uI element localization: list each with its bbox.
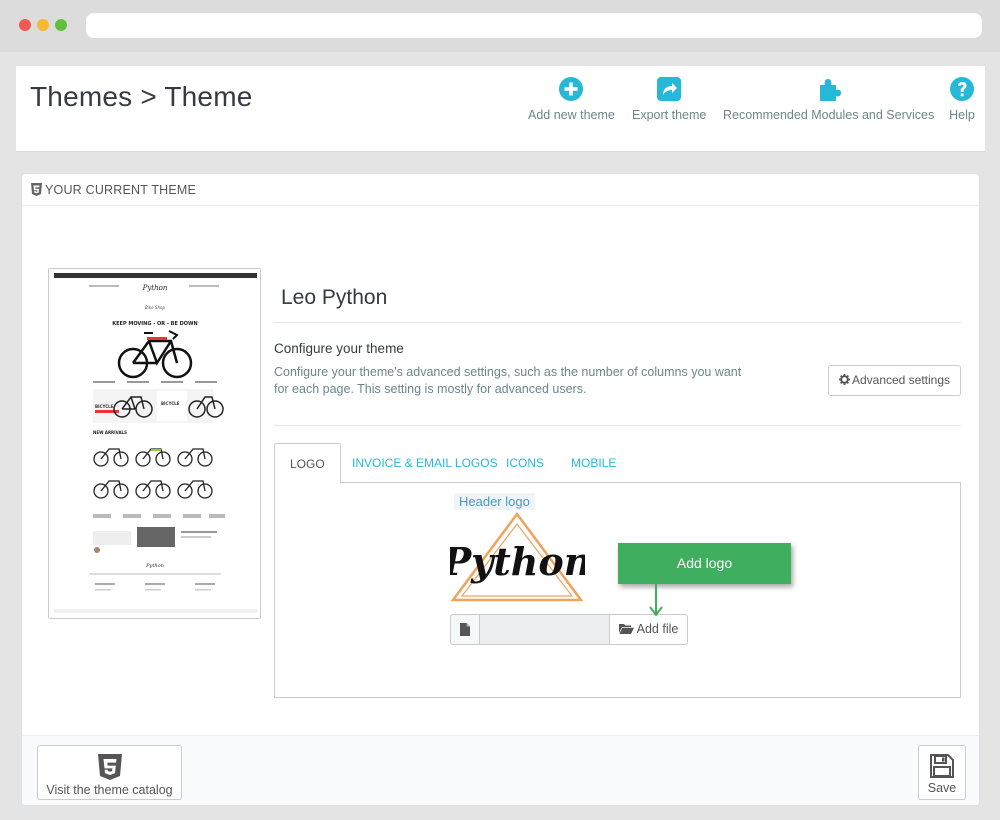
divider: [274, 322, 961, 323]
html5-icon: [97, 754, 122, 780]
toolbar-label: Export theme: [632, 108, 707, 122]
tab-logo[interactable]: Logo: [274, 443, 341, 484]
add-new-theme-button[interactable]: Add new theme: [528, 76, 615, 122]
puzzle-icon: [819, 79, 841, 101]
plus-circle-icon: [559, 77, 584, 101]
save-button-label: Save: [927, 781, 957, 795]
tab-invoice-email-logos[interactable]: Invoice & Email Logos: [352, 443, 498, 483]
html5-icon: [31, 183, 42, 196]
logo-wordmark: Python: [450, 539, 585, 584]
divider: [22, 205, 979, 206]
floppy-disk-icon: [930, 754, 954, 778]
divider: [274, 425, 961, 426]
current-theme-panel: Your current theme Python Bike Shop KEEP…: [21, 173, 980, 806]
toolbar-label: Recommended Modules and Services: [723, 108, 935, 122]
tab-icons[interactable]: Icons: [506, 443, 544, 483]
toolbar-label: Add new theme: [528, 108, 615, 122]
advanced-settings-button[interactable]: Advanced settings: [828, 365, 961, 396]
arrow-down-icon: [649, 583, 663, 617]
file-icon: [460, 623, 470, 636]
address-bar[interactable]: [86, 13, 982, 38]
svg-text:BICYCLE: BICYCLE: [161, 401, 180, 406]
save-button[interactable]: Save: [918, 745, 966, 800]
recommended-modules-button[interactable]: Recommended Modules and Services: [723, 76, 934, 122]
gear-icon: [838, 374, 850, 385]
logo-tabs: Logo Invoice & Email Logos Icons Mobile: [274, 443, 961, 484]
file-icon-box: [450, 614, 480, 645]
svg-text:BICYCLE: BICYCLE: [95, 404, 114, 409]
toolbar-label: Help: [949, 108, 975, 122]
close-window-dot[interactable]: [19, 19, 31, 31]
preview-section-title: NEW ARRIVALS: [93, 430, 127, 435]
minimize-window-dot[interactable]: [37, 19, 49, 31]
theme-preview-image: Python Bike Shop KEEP MOVING - OR - BE D…: [49, 269, 260, 618]
browser-chrome: [0, 0, 1000, 52]
panel-heading: Your current theme: [31, 183, 196, 197]
svg-text:Bike Shop: Bike Shop: [145, 305, 165, 310]
configure-title: Configure your theme: [274, 341, 404, 356]
svg-text:Python: Python: [142, 284, 168, 292]
catalog-button-label: Visit the theme catalog: [46, 783, 173, 797]
file-name-input[interactable]: [479, 614, 610, 645]
tab-mobile[interactable]: Mobile: [571, 443, 616, 483]
folder-open-icon: [618, 624, 634, 634]
export-theme-button[interactable]: Export theme: [632, 76, 706, 122]
svg-text:Python: Python: [145, 563, 164, 569]
theme-name: Leo Python: [281, 286, 388, 309]
header-logo-label: Header logo: [454, 493, 535, 510]
help-button[interactable]: Help: [949, 76, 975, 122]
tab-content: [274, 482, 961, 698]
question-circle-icon: [950, 77, 974, 101]
add-logo-callout: Add logo: [618, 543, 791, 584]
advanced-settings-label: Advanced settings: [851, 373, 951, 387]
page-title: Themes > Theme: [30, 81, 253, 112]
visit-theme-catalog-button[interactable]: Visit the theme catalog: [37, 745, 182, 800]
maximize-window-dot[interactable]: [55, 19, 67, 31]
add-file-label: Add file: [636, 622, 679, 636]
page-header: Themes > Theme Add new theme Export them…: [16, 66, 985, 152]
share-icon: [657, 77, 682, 101]
header-logo-image: Python: [450, 511, 585, 602]
preview-slogan: KEEP MOVING - OR - BE DOWN: [112, 321, 198, 327]
theme-preview-thumbnail: Python Bike Shop KEEP MOVING - OR - BE D…: [48, 268, 261, 619]
add-file-button[interactable]: Add file: [609, 614, 688, 645]
panel-heading-text: Your current theme: [45, 183, 197, 197]
configure-description: Configure your theme's advanced settings…: [274, 365, 742, 396]
